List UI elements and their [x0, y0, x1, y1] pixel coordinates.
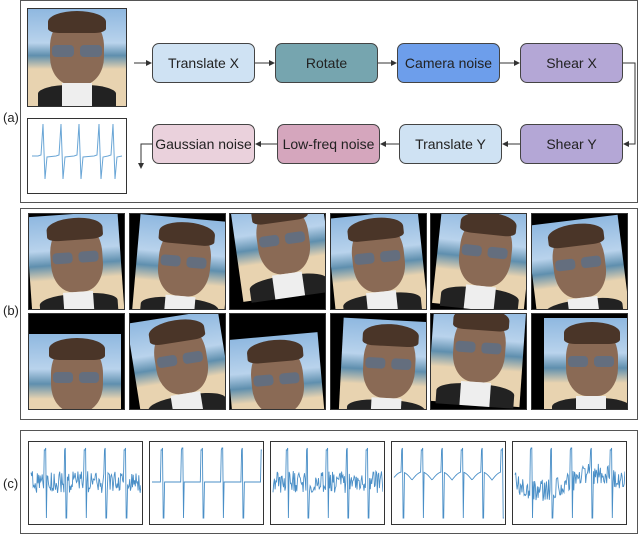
augmented-face-thumbnail: [329, 213, 427, 310]
signal-line: [514, 447, 626, 519]
signal-line: [393, 447, 504, 519]
augmented-face-thumbnail: [229, 313, 326, 410]
signal-line: [272, 447, 384, 519]
signal-line: [30, 447, 142, 519]
augmented-face-thumbnail: [28, 313, 125, 410]
augmented-signal-plot: [512, 441, 627, 525]
panel-label-c: (c): [3, 476, 19, 491]
augmented-signal-plot: [28, 441, 143, 525]
augmented-face-thumbnail: [530, 313, 628, 410]
augmented-face-thumbnail: [128, 313, 226, 410]
augmented-face-thumbnail: [329, 313, 427, 410]
augmented-face-thumbnail: [530, 213, 628, 310]
augmented-face-thumbnail: [128, 213, 226, 310]
augmented-face-thumbnail: [430, 313, 527, 410]
augmented-face-thumbnail: [28, 213, 125, 310]
augmented-signal-plot: [149, 441, 264, 525]
panel-label-b: (b): [3, 303, 19, 318]
augmented-face-thumbnail: [229, 213, 326, 310]
augmented-signal-plot: [391, 441, 506, 525]
arrow: [623, 62, 636, 147]
augmented-signal-plot: [270, 441, 385, 525]
arrow: [138, 143, 152, 169]
signal-line: [152, 447, 262, 519]
augmented-face-thumbnail: [430, 213, 527, 310]
